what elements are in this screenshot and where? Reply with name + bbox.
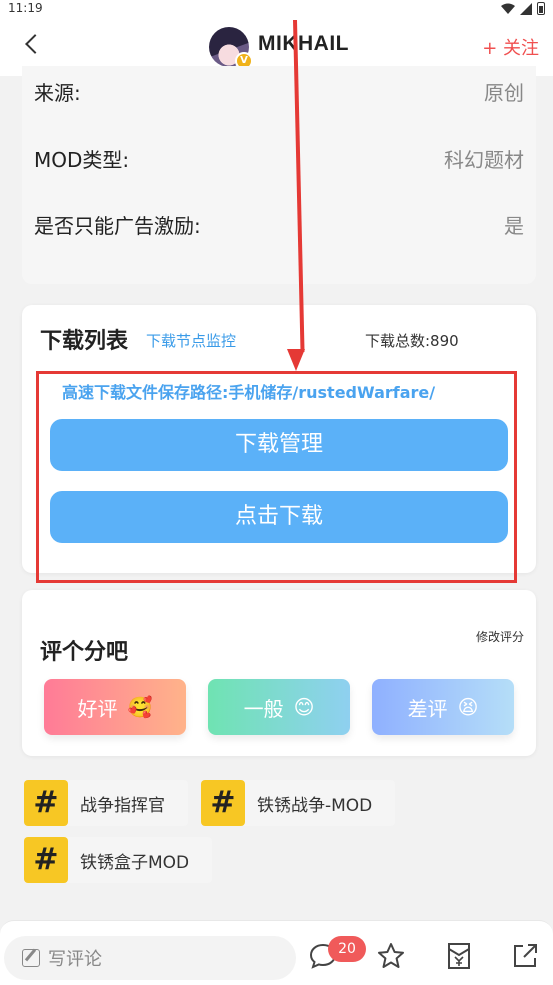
signal-icon bbox=[520, 2, 532, 15]
info-value: 是 bbox=[504, 214, 524, 238]
info-row-ad-only: 是否只能广告激励: 是 bbox=[34, 211, 524, 241]
rate-good-label: 好评 bbox=[77, 696, 118, 721]
rating-title: 评个分吧 bbox=[40, 640, 129, 665]
download-total-count: 下载总数:890 bbox=[365, 332, 459, 350]
back-arrow-icon[interactable] bbox=[25, 34, 45, 54]
tag-label: 战争指挥官 bbox=[80, 795, 165, 816]
tag-label: 铁锈战争-MOD bbox=[257, 795, 373, 816]
info-value: 科幻题材 bbox=[444, 148, 524, 172]
comment-placeholder: 写评论 bbox=[48, 949, 102, 970]
status-icons bbox=[501, 2, 545, 15]
info-row-source: 来源: 原创 bbox=[34, 78, 524, 108]
author-username[interactable]: MIKHAIL bbox=[258, 32, 349, 56]
rate-good-button[interactable]: 好评 🥰 bbox=[44, 679, 186, 735]
comment-input[interactable]: 写评论 bbox=[4, 936, 296, 980]
hashtag-icon: # bbox=[24, 837, 68, 883]
rate-bad-button[interactable]: 差评 😫 bbox=[372, 679, 514, 735]
smiling-hearts-emoji-icon: 🥰 bbox=[127, 695, 153, 719]
author-avatar[interactable]: V bbox=[209, 27, 253, 70]
bottom-action-bar: 写评论 20 bbox=[0, 920, 553, 985]
mod-info-card: 来源: 原创 MOD类型: 科幻题材 是否只能广告激励: 是 bbox=[22, 66, 536, 284]
wifi-icon bbox=[501, 3, 515, 14]
info-key: 是否只能广告激励: bbox=[34, 214, 201, 238]
reward-yuan-icon[interactable] bbox=[444, 941, 474, 971]
info-value: 原创 bbox=[484, 81, 524, 105]
rating-card: 评个分吧 修改评分 好评 🥰 一般 😊 差评 😫 bbox=[22, 590, 536, 756]
status-bar: 11:19 bbox=[0, 0, 553, 18]
rate-mid-label: 一般 bbox=[243, 696, 284, 721]
download-node-monitor-link[interactable]: 下载节点监控 bbox=[146, 330, 236, 351]
tag-rusted-warfare-mod[interactable]: # 铁锈战争-MOD bbox=[201, 780, 395, 826]
tag-label: 铁锈盒子MOD bbox=[80, 852, 190, 873]
rate-bad-label: 差评 bbox=[407, 696, 448, 721]
status-time: 11:19 bbox=[8, 1, 43, 15]
download-list-title: 下载列表 bbox=[40, 329, 129, 354]
smile-emoji-icon: 😊 bbox=[293, 695, 315, 719]
hashtag-icon: # bbox=[24, 780, 68, 826]
star-favorite-icon[interactable] bbox=[376, 941, 406, 971]
edit-rating-link[interactable]: 修改评分 bbox=[476, 628, 524, 645]
edit-pen-icon bbox=[22, 949, 40, 967]
tag-rusted-box-mod[interactable]: # 铁锈盒子MOD bbox=[24, 837, 212, 883]
tired-face-emoji-icon: 😫 bbox=[457, 695, 479, 719]
info-key: 来源: bbox=[34, 81, 81, 105]
comment-count-badge: 20 bbox=[328, 936, 366, 962]
annotation-arrow-head-icon bbox=[287, 349, 305, 371]
hashtag-icon: # bbox=[201, 780, 245, 826]
battery-icon bbox=[537, 2, 545, 15]
share-icon[interactable] bbox=[510, 941, 540, 971]
annotation-highlight-box bbox=[36, 371, 517, 583]
rate-mid-button[interactable]: 一般 😊 bbox=[208, 679, 350, 735]
info-row-mod-type: MOD类型: 科幻题材 bbox=[34, 145, 524, 175]
follow-button[interactable]: + 关注 bbox=[482, 34, 539, 60]
tag-war-commander[interactable]: # 战争指挥官 bbox=[24, 780, 188, 826]
info-key: MOD类型: bbox=[34, 148, 130, 172]
